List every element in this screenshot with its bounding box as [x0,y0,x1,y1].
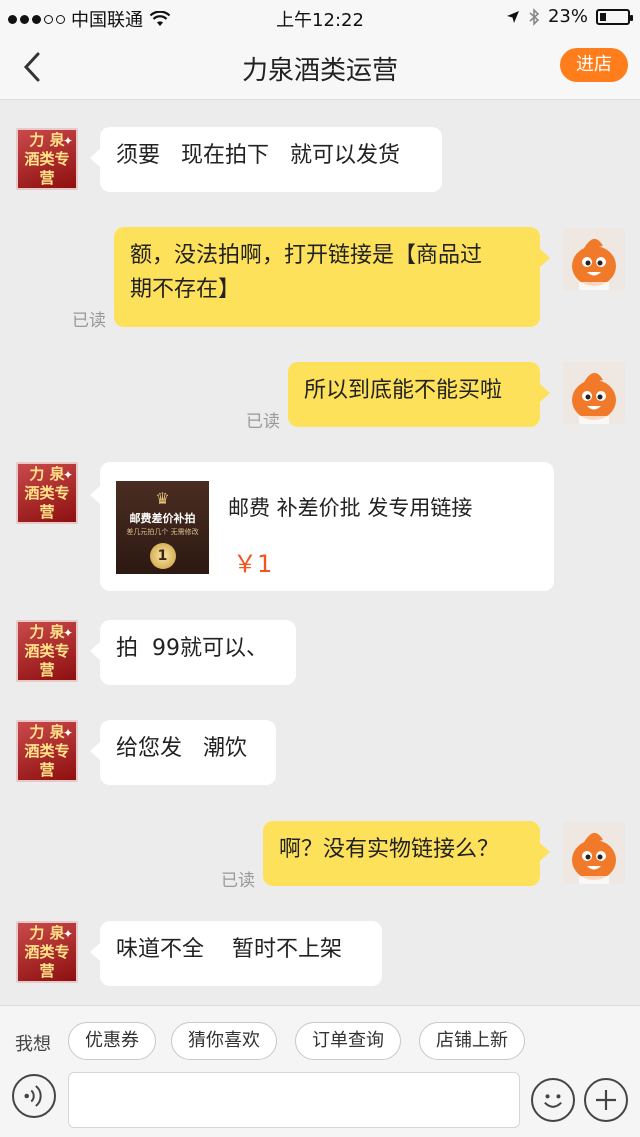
mascot-icon [572,832,616,884]
product-thumbnail[interactable]: ♛ 邮费差价补拍 差几元拍几个 无需修改 1 [116,481,209,574]
message-bubble[interactable]: 额，没法拍啊，打开链接是【商品过 期不存在】 [114,227,550,327]
battery-percent: 23% [547,6,588,27]
bottom-bar: 我想 优惠券 猜你喜欢 订单查询 店铺上新 [0,1005,640,1137]
message-bubble[interactable]: 所以到底能不能买啦 [288,362,550,427]
voice-icon[interactable] [12,1074,56,1118]
my-avatar[interactable] [563,822,625,884]
enter-store-button[interactable]: 进店 [560,48,628,82]
message-input[interactable] [68,1072,520,1128]
shop-avatar[interactable]: ✦ 力 泉 酒类专营 [16,720,78,782]
coin-icon: 1 [149,543,176,569]
read-receipt: 已读 [246,412,280,432]
chat-area[interactable]: ✦ 力 泉 酒类专营 须要 现在拍下 就可以发货 已读 额，没法拍啊，打开链接是… [0,100,640,1005]
page-title: 力泉酒类运营 [241,56,398,86]
message-bubble[interactable]: 须要 现在拍下 就可以发货 [90,127,442,192]
chip-store-new[interactable]: 店铺上新 [419,1022,525,1060]
mascot-icon [572,238,616,290]
my-avatar[interactable] [563,362,625,424]
product-price: ￥1 [233,550,273,578]
shop-avatar[interactable]: ✦ 力 泉 酒类专营 [16,128,78,190]
nav-bar: 力泉酒类运营 进店 [0,34,640,100]
product-card[interactable]: ♛ 邮费差价补拍 差几元拍几个 无需修改 1 邮费 补差价批 发专用链接 ￥1 [90,462,554,591]
read-receipt: 已读 [72,311,106,331]
mascot-icon [572,372,616,424]
message-bubble[interactable]: 啊？没有实物链接么？ [263,821,550,886]
crown-icon: ♛ [155,489,170,508]
shop-avatar[interactable]: ✦ 力 泉 酒类专营 [16,462,78,524]
chip-coupon[interactable]: 优惠券 [68,1022,156,1060]
battery-icon [596,8,633,25]
plus-icon[interactable] [584,1078,628,1122]
message-bubble[interactable]: 给您发 潮饮 [90,720,276,785]
status-right: 23% [506,6,633,27]
shop-avatar[interactable]: ✦ 力 泉 酒类专营 [16,620,78,682]
status-bar: 中国联通 上午12:22 23% [0,0,640,34]
bluetooth-icon [529,7,540,26]
message-bubble[interactable]: 味道不全 暂时不上架 [90,921,382,986]
product-title[interactable]: 邮费 补差价批 发专用链接 [228,492,472,522]
shop-avatar[interactable]: ✦ 力 泉 酒类专营 [16,921,78,983]
quick-label: 我想 [15,1034,51,1055]
my-avatar[interactable] [563,228,625,290]
read-receipt: 已读 [221,871,255,891]
message-bubble[interactable]: 拍 99就可以、 [90,620,296,685]
location-icon [506,10,519,23]
chip-order-query[interactable]: 订单查询 [295,1022,401,1060]
emoji-icon[interactable] [531,1078,575,1122]
chip-guess-you-like[interactable]: 猜你喜欢 [171,1022,277,1060]
